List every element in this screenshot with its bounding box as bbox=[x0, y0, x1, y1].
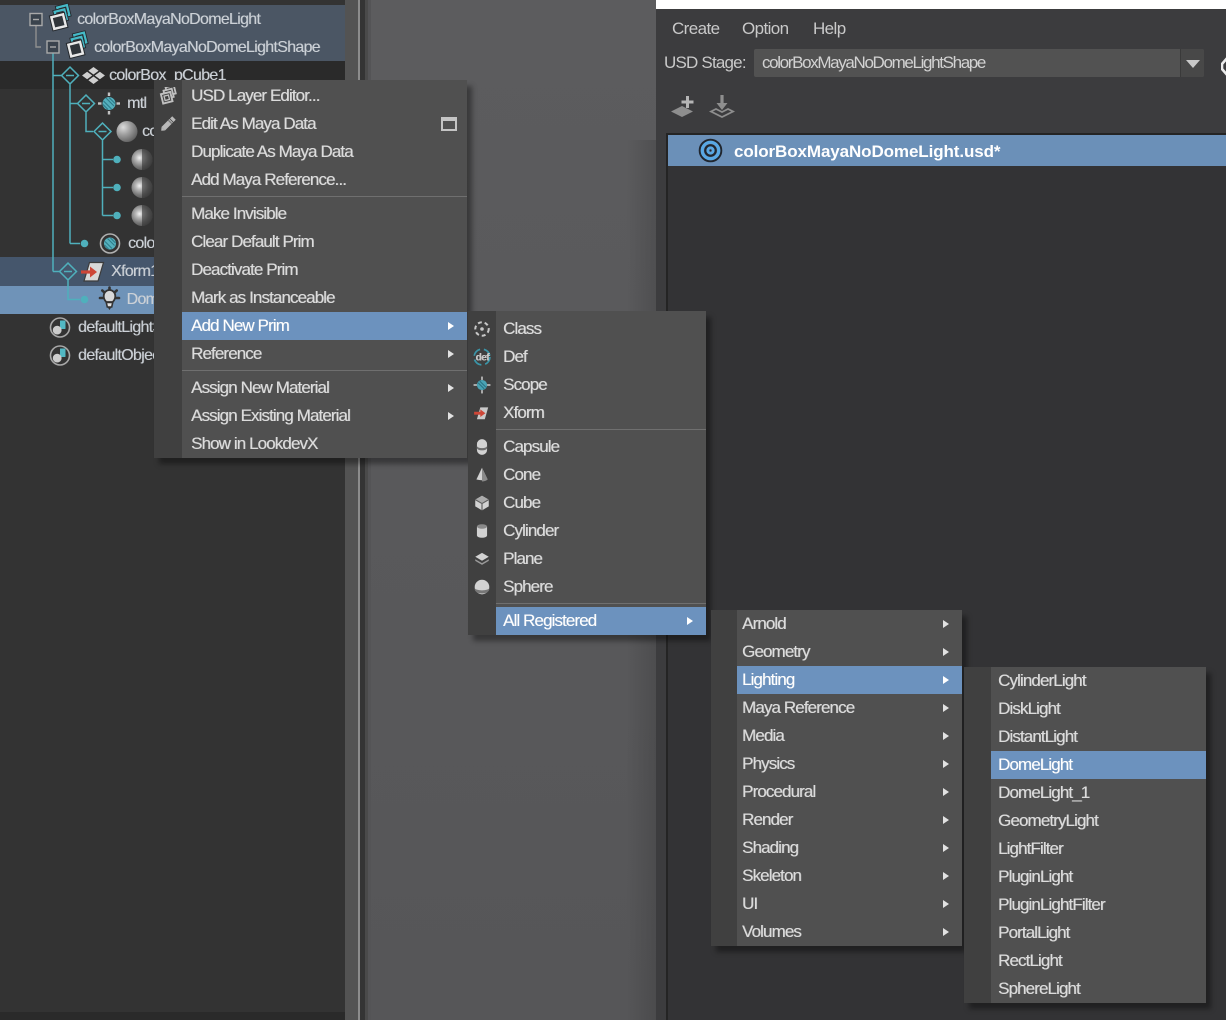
svg-text:def: def bbox=[475, 352, 490, 363]
